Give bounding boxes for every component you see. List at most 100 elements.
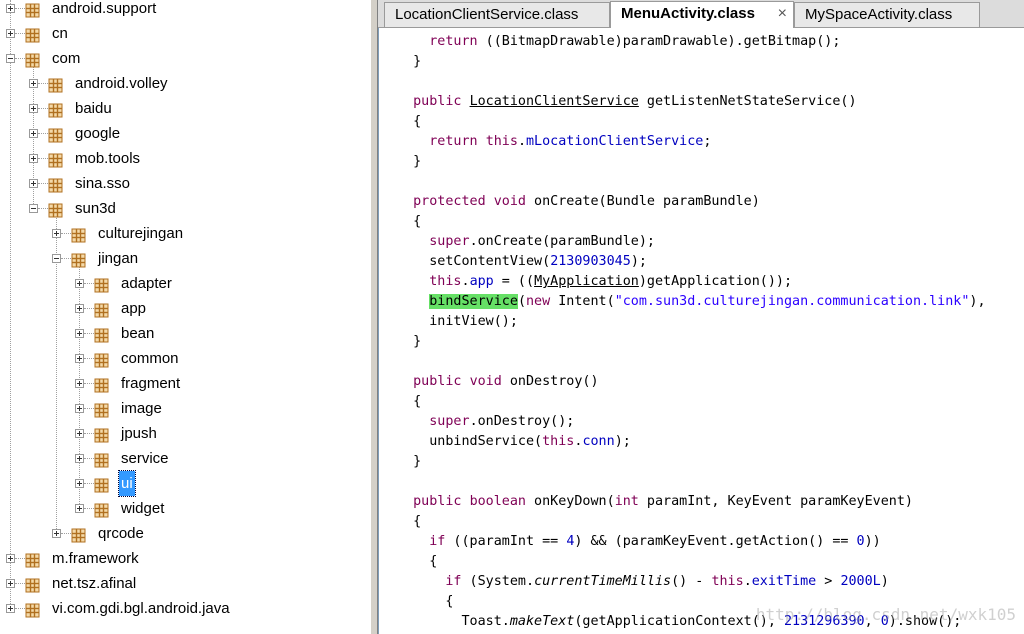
tab-my-space-activity[interactable]: MySpaceActivity.class	[794, 2, 980, 27]
code-token: ) && (paramKeyEvent.getAction() ==	[574, 534, 857, 549]
collapse-icon[interactable]	[29, 204, 38, 213]
tree-node-android-support[interactable]: android.support	[0, 0, 370, 21]
tree-node-adapter[interactable]: adapter	[0, 271, 370, 296]
tree-node-com[interactable]: com	[0, 46, 370, 71]
expand-icon[interactable]	[75, 504, 84, 513]
code-view[interactable]: return ((BitmapDrawable)paramDrawable).g…	[378, 28, 1024, 634]
tree-guide-line	[15, 608, 25, 609]
tree-node-widget[interactable]: widget	[0, 496, 370, 521]
code-token-str: "com.sun3d.culturejingan.communication.l…	[614, 294, 970, 309]
tree-node-baidu[interactable]: baidu	[0, 96, 370, 121]
code-token: .	[517, 134, 526, 149]
code-line: {	[397, 112, 421, 132]
expand-icon[interactable]	[6, 4, 15, 13]
code-token-ul: MyApplication	[534, 274, 639, 289]
expand-icon[interactable]	[52, 229, 61, 238]
expand-icon[interactable]	[75, 329, 84, 338]
expand-icon[interactable]	[75, 304, 84, 313]
tab-location-client-service[interactable]: LocationClientService.class	[384, 2, 610, 27]
tree-node-label: jingan	[98, 250, 139, 267]
code-token-ital: currentTimeMillis	[534, 574, 672, 589]
tree-node-cn[interactable]: cn	[0, 21, 370, 46]
tree-node-service[interactable]: service	[0, 446, 370, 471]
tree-node-sina-sso[interactable]: sina.sso	[0, 171, 370, 196]
tab-menu-activity[interactable]: MenuActivity.class ×	[610, 1, 794, 28]
tree-node-jpush[interactable]: jpush	[0, 421, 370, 446]
tree-node-label: fragment	[121, 375, 181, 392]
code-token: }	[397, 54, 422, 69]
tree-node-qrcode[interactable]: qrcode	[0, 521, 370, 546]
tree-node-jingan[interactable]: jingan	[0, 246, 370, 271]
expand-icon[interactable]	[6, 604, 15, 613]
package-icon	[25, 1, 40, 18]
expand-icon[interactable]	[29, 179, 38, 188]
collapse-icon[interactable]	[52, 254, 61, 263]
tree-node-sun3d[interactable]: sun3d	[0, 196, 370, 221]
expand-icon[interactable]	[6, 579, 15, 588]
expand-icon[interactable]	[75, 404, 84, 413]
code-line: if (System.currentTimeMillis() - this.ex…	[397, 572, 888, 592]
tree-node-label: m.framework	[52, 550, 139, 567]
code-token: initView();	[397, 314, 518, 329]
expand-icon[interactable]	[75, 479, 84, 488]
tree-node-culturejingan[interactable]: culturejingan	[0, 221, 370, 246]
tree-node-vi-com-gdi-bgl-android-java[interactable]: vi.com.gdi.bgl.android.java	[0, 596, 370, 621]
code-token: >	[816, 574, 841, 589]
code-token-ital: makeText	[509, 614, 575, 629]
tree-guide-line	[84, 483, 94, 484]
code-token: onKeyDown(	[526, 494, 615, 509]
code-token-kw: void	[493, 194, 526, 209]
tree-node-google[interactable]: google	[0, 121, 370, 146]
package-icon	[48, 126, 63, 143]
tab-label: MySpaceActivity.class	[805, 6, 953, 23]
code-token: ).show();	[888, 614, 962, 629]
expand-icon[interactable]	[6, 554, 15, 563]
tree-node-app[interactable]: app	[0, 296, 370, 321]
code-token-kw: this	[711, 574, 744, 589]
tree-node-fragment[interactable]: fragment	[0, 371, 370, 396]
editor-pane: LocationClientService.class MenuActivity…	[378, 0, 1024, 634]
tab-label: LocationClientService.class	[395, 6, 579, 23]
code-token: getListenNetStateService()	[638, 94, 857, 109]
tree-node-m-framework[interactable]: m.framework	[0, 546, 370, 571]
package-icon	[25, 601, 40, 618]
expand-icon[interactable]	[75, 279, 84, 288]
expand-icon[interactable]	[52, 529, 61, 538]
expand-icon[interactable]	[75, 379, 84, 388]
tree-node-android-volley[interactable]: android.volley	[0, 71, 370, 96]
code-token-kw: public	[413, 94, 462, 109]
expand-icon[interactable]	[29, 129, 38, 138]
code-token: (getApplicationContext(),	[574, 614, 784, 629]
code-line: public boolean onKeyDown(int paramInt, K…	[397, 492, 913, 512]
code-token: (	[517, 294, 526, 309]
expand-icon[interactable]	[29, 104, 38, 113]
tree-node-net-tsz-afinal[interactable]: net.tsz.afinal	[0, 571, 370, 596]
code-token: ;	[703, 134, 712, 149]
tree-node-mob-tools[interactable]: mob.tools	[0, 146, 370, 171]
code-line: protected void onCreate(Bundle paramBund…	[397, 192, 760, 212]
code-token-kw: new	[526, 294, 551, 309]
tree-node-image[interactable]: image	[0, 396, 370, 421]
expand-icon[interactable]	[75, 429, 84, 438]
expand-icon[interactable]	[75, 454, 84, 463]
code-token-kw: public	[413, 494, 462, 509]
tree-guide-line	[61, 258, 71, 259]
tree-node-ui[interactable]: ui	[0, 470, 370, 497]
tree-node-common[interactable]: common	[0, 346, 370, 371]
expand-icon[interactable]	[29, 79, 38, 88]
code-line: {	[397, 392, 421, 412]
code-token: }	[397, 154, 422, 169]
collapse-icon[interactable]	[6, 54, 15, 63]
tree-node-bean[interactable]: bean	[0, 321, 370, 346]
code-token: );	[630, 254, 647, 269]
expand-icon[interactable]	[29, 154, 38, 163]
tree-node-label: adapter	[121, 275, 172, 292]
close-icon[interactable]: ×	[778, 2, 787, 25]
expand-icon[interactable]	[6, 29, 15, 38]
package-tree[interactable]: android.support cn com android.volley baidu g…	[0, 0, 370, 634]
pane-splitter[interactable]	[370, 0, 378, 634]
expand-icon[interactable]	[75, 354, 84, 363]
